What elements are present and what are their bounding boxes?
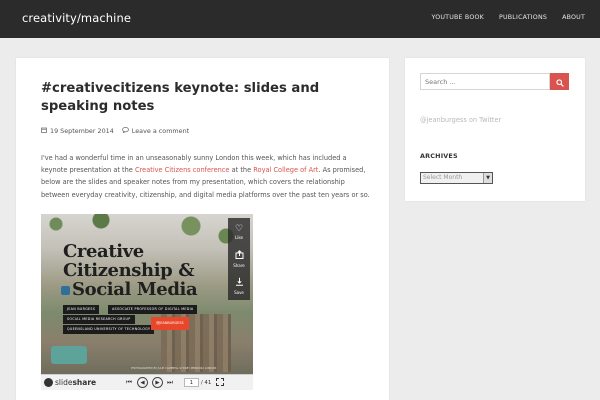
slideshare-logo-text: slideshare [55, 378, 96, 387]
archives-heading: ARCHIVES [420, 152, 458, 160]
dropdown-arrow-icon: ▼ [483, 173, 492, 183]
slide-page-input[interactable]: 1 [183, 378, 199, 387]
creative-citizens-icon [61, 286, 70, 295]
comment-icon [121, 126, 129, 135]
search-icon [555, 72, 564, 91]
calendar-icon [41, 127, 47, 135]
share-button[interactable]: Share [228, 245, 250, 272]
slide-handle-tag: @JEANBURGESS [151, 317, 189, 330]
slide-tag-name: JEAN BURGESS [63, 305, 100, 314]
like-button[interactable]: ♡ Like [228, 218, 250, 245]
slideshare-logo[interactable]: slideshare [44, 378, 96, 387]
slide-title-line3: Social Media [72, 279, 198, 300]
slideshare-logo-icon [44, 378, 53, 387]
nav-publications[interactable]: PUBLICATIONS [499, 14, 547, 21]
nav-youtube-book[interactable]: YOUTUBE BOOK [432, 14, 484, 21]
archives-select[interactable]: Select Month ▼ [420, 172, 493, 184]
post-card: #creativecitizens keynote: slides and sp… [16, 58, 389, 400]
next-slide-icon[interactable]: ▶ [151, 377, 163, 388]
fullscreen-icon[interactable] [216, 377, 225, 388]
slideshare-player-bar: slideshare ⏮ ◀ ▶ ⏭ 1 / 41 [41, 374, 253, 390]
main-nav: YOUTUBE BOOK PUBLICATIONS ABOUT [432, 14, 600, 21]
slideshare-action-rail: ♡ Like Share Save [228, 218, 250, 300]
leave-comment-link[interactable]: Leave a comment [132, 127, 189, 135]
site-header: creativity/machine YOUTUBE BOOK PUBLICAT… [0, 0, 600, 38]
heart-icon: ♡ [234, 223, 244, 234]
site-title[interactable]: creativity/machine [22, 11, 131, 25]
logo-word-share: share [72, 378, 97, 387]
post-meta: 19 September 2014 Leave a comment [41, 126, 189, 135]
post-excerpt: I've had a wonderful time in an unseason… [41, 152, 371, 201]
logo-word-slide: slide [55, 378, 73, 387]
last-slide-icon[interactable]: ⏭ [167, 378, 173, 387]
post-date[interactable]: 19 September 2014 [50, 127, 114, 135]
like-label: Like [235, 234, 243, 240]
download-icon [235, 277, 244, 289]
share-label: Share [233, 262, 245, 268]
save-button[interactable]: Save [228, 272, 250, 299]
share-icon [235, 249, 244, 262]
slide-tag-group: SOCIAL MEDIA RESEARCH GROUP [63, 315, 135, 324]
previous-slide-icon[interactable]: ◀ [136, 377, 148, 388]
slide-title-line1: Creative [63, 241, 144, 262]
slide-tag-university: QUEENSLAND UNIVERSITY OF TECHNOLOGY [63, 325, 155, 334]
search-input[interactable] [420, 73, 550, 90]
creative-citizens-link[interactable]: Creative Citizens conference [135, 166, 230, 174]
post-title[interactable]: #creativecitizens keynote: slides and sp… [41, 80, 371, 115]
royal-college-link[interactable]: Royal College of Art [253, 166, 318, 174]
sidebar-card: @jeanburgess on Twitter ARCHIVES Select … [405, 58, 585, 201]
nav-about[interactable]: ABOUT [562, 14, 585, 21]
slideshare-embed[interactable]: Creative Citizenship & Social Media JEAN… [41, 214, 253, 390]
slide-tag-role: ASSOCIATE PROFESSOR OF DIGITAL MEDIA [108, 305, 198, 314]
save-label: Save [234, 289, 244, 295]
search-button[interactable] [550, 73, 569, 90]
twitter-link[interactable]: @jeanburgess on Twitter [420, 116, 501, 124]
slide-total: / 41 [200, 379, 212, 386]
slide-title-line2: Citizenship & [63, 260, 195, 281]
slide-tub [51, 346, 87, 364]
archives-select-value: Select Month [423, 174, 463, 181]
first-slide-icon[interactable]: ⏮ [126, 378, 132, 387]
slide-photo-credit: PHOTOGRAPHED BY JULIE CAMPBELL SYDNEY ME… [131, 367, 217, 370]
excerpt-text: at the [229, 166, 254, 175]
